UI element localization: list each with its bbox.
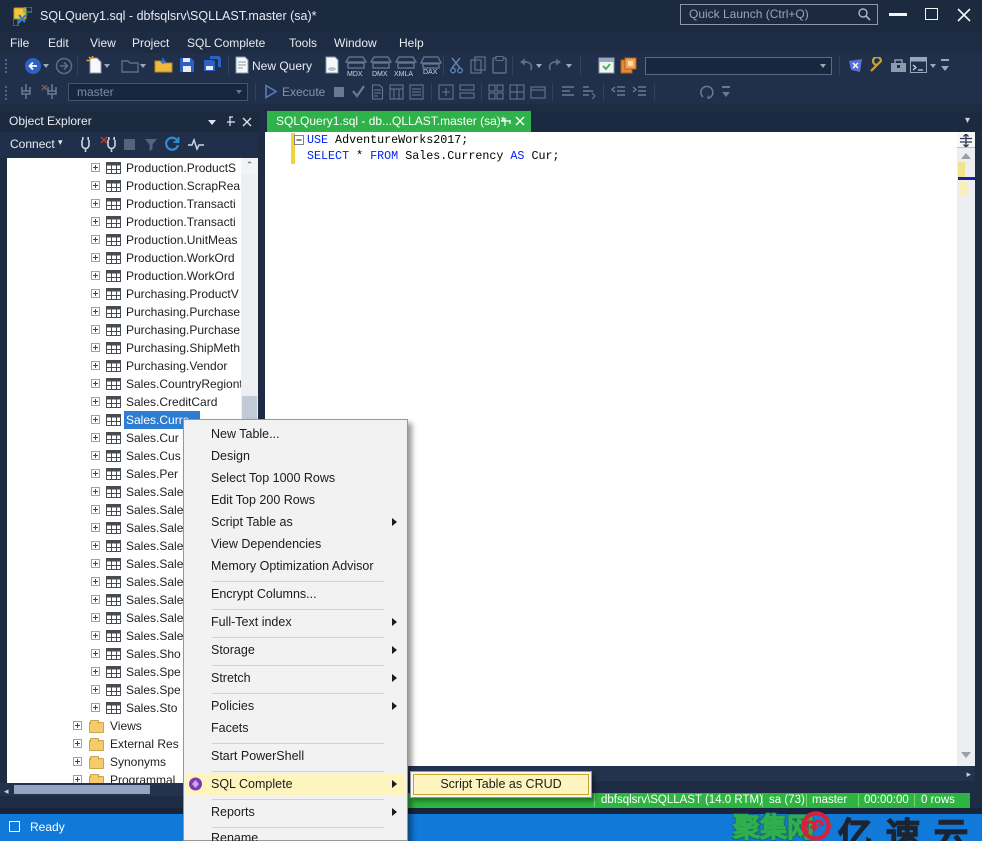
svg-text:DAX: DAX bbox=[423, 69, 438, 75]
svg-text:MDX: MDX bbox=[347, 71, 363, 78]
svg-text:XMLA: XMLA bbox=[394, 71, 413, 78]
svg-text:DMX: DMX bbox=[372, 71, 388, 78]
